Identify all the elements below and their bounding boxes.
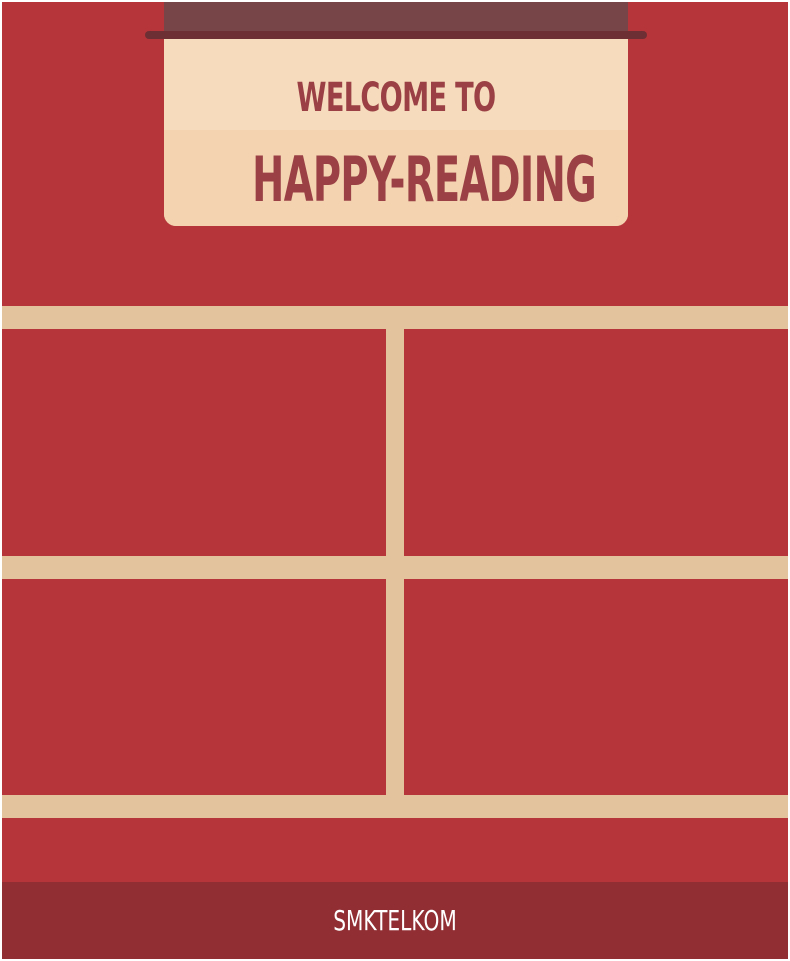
sign-hanger-rod (145, 31, 647, 39)
welcome-sign: WELCOME TO HAPPY-READING (164, 39, 628, 226)
footer-label: SMKTELKOM (333, 904, 457, 937)
sign-title-text: HAPPY-READING (252, 143, 597, 216)
page: WELCOME TO HAPPY-READING SMKTELKOM (0, 0, 790, 961)
footer-bar: SMKTELKOM (2, 882, 788, 959)
shelf-divider-vertical (386, 306, 404, 818)
sign-welcome-text: WELCOME TO (296, 75, 496, 121)
